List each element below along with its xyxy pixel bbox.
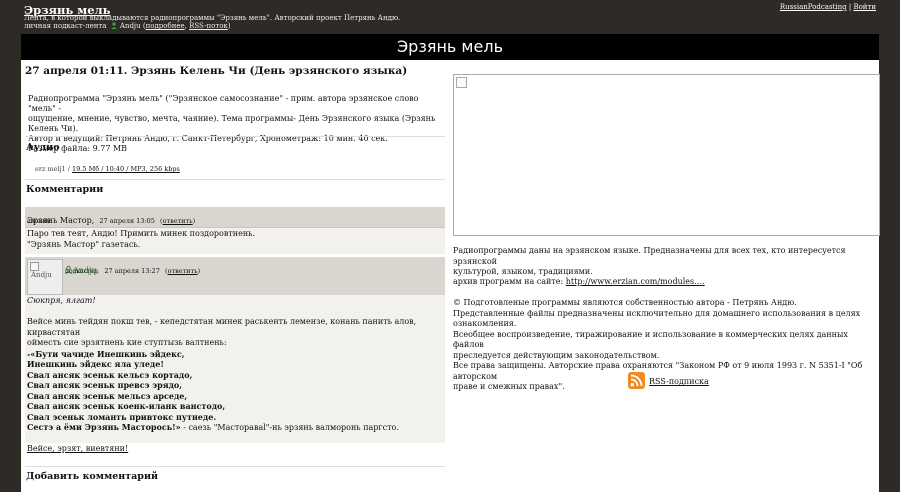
login-link[interactable]: Войти bbox=[853, 3, 876, 11]
rss-feed-link[interactable]: RSS-поток bbox=[189, 22, 228, 30]
comment-header: Эрзянь Мастор, 27 апреля 13:05 (ответить… bbox=[25, 207, 445, 228]
divider bbox=[25, 136, 445, 137]
reply-paren: ) bbox=[192, 217, 196, 225]
quote-line: Свал ансяк эсеньк мельсэ арседе, bbox=[27, 390, 188, 401]
site-author: Andju bbox=[119, 22, 141, 30]
reply-link[interactable]: ответить bbox=[163, 217, 193, 225]
quote-line: -«Бути чачиде Инешкинь эйдекс, bbox=[27, 348, 185, 359]
site-header: Эрзянь мель Лента, в которой выкладывают… bbox=[0, 0, 900, 34]
site-line-prefix: личная подкаст-лента bbox=[24, 22, 107, 30]
comment-date: 27 апреля 13:05 bbox=[99, 217, 155, 225]
archive-line: архив программ на сайте: http://www.erzi… bbox=[453, 277, 877, 288]
quote-line: Свал эсеньк ломанть привтокс путнеде. bbox=[27, 411, 217, 422]
comment-text: Паро тев теят, Андю! Примить минек поздо… bbox=[27, 229, 256, 238]
site-description: Лента, в которой выкладываются радиопрог… bbox=[24, 14, 401, 22]
banner-title: Эрзянь мель bbox=[396, 37, 503, 56]
site-meta-line: личная подкаст-лента Andju (подробнее, R… bbox=[24, 22, 231, 30]
top-right-links: RussianPodcasting | Войти bbox=[780, 3, 876, 11]
avatar-alt-text: Andju bbox=[31, 271, 52, 279]
archive-link[interactable]: http://www.erzian.com/modules…. bbox=[566, 277, 705, 286]
legal-line: © Подготовленые программы являются собст… bbox=[453, 298, 797, 307]
about-line: культурой, языком, традициями. bbox=[453, 267, 593, 276]
top-right-separator: | bbox=[848, 3, 852, 11]
quote-line: Сестэ а ёми Эрзянь Масторось!» bbox=[27, 422, 181, 432]
rss-icon[interactable] bbox=[628, 372, 645, 389]
broken-image-icon bbox=[456, 77, 467, 88]
comment-link[interactable]: Вейсе, эрзят, виевтяни! bbox=[27, 444, 128, 453]
audio-file-name: erz melj1 / bbox=[35, 165, 70, 173]
legal-line: преследуется действующим законодательств… bbox=[453, 350, 660, 360]
legal-line: Представленные файлы предназначены исклю… bbox=[453, 308, 861, 329]
episode-description: Радиопрограмма "Эрзянь мель" ("Эрзянское… bbox=[28, 94, 444, 154]
divider bbox=[25, 466, 445, 467]
episode-desc-line: Радиопрограмма "Эрзянь мель" ("Эрзянское… bbox=[28, 94, 419, 113]
quote-line: Инешкинь эйдекс яла уледе! bbox=[27, 359, 164, 369]
rss-subscribe-link[interactable]: RSS-подписка bbox=[649, 377, 709, 386]
legal-line: Всеобщее воспроизведение, тиражирование … bbox=[453, 329, 848, 350]
about-line: Радиопрограммы даны на эрзянском языке. … bbox=[453, 246, 846, 266]
reply-paren: ) bbox=[197, 267, 201, 275]
episode-title: 27 апреля 01:11. Эрзянь Келень Чи (День … bbox=[25, 65, 408, 77]
rss-subscribe[interactable]: RSS-подписка bbox=[628, 372, 709, 389]
comment-greeting: Сюкпря, ялгат! bbox=[27, 296, 96, 305]
broken-image-icon bbox=[30, 262, 39, 271]
details-link[interactable]: подробнее bbox=[146, 22, 185, 30]
comments-heading: Комментарии bbox=[26, 184, 104, 195]
episode-file-size: Размер файла: 9.77 MB bbox=[28, 144, 128, 153]
comment-body: Сюкпря, ялгат! Вейсе минь тейдян покш те… bbox=[25, 295, 445, 453]
russian-podcasting-link[interactable]: RussianPodcasting bbox=[780, 3, 847, 11]
comment-body: Паро тев теят, Андю! Примить минек поздо… bbox=[25, 228, 445, 254]
reply-link[interactable]: ответить bbox=[168, 267, 198, 275]
avatar: Andju bbox=[27, 259, 63, 295]
episode-image bbox=[453, 74, 880, 236]
episode-desc-line: ощущение, мнение, чувство, мечта, чаяние… bbox=[28, 114, 436, 133]
audio-heading: Аудио bbox=[26, 142, 60, 153]
comment-text: Вейсе минь тейдян покш тев, - кепедстята… bbox=[27, 317, 417, 337]
quote-line: Свал ансяк эсеньк кельсэ кортадо, bbox=[27, 369, 193, 380]
content-area: 27 апреля 01:11. Эрзянь Келень Чи (День … bbox=[21, 60, 880, 492]
comment-role: подкастер bbox=[65, 268, 98, 275]
comment-text: ойместь сие эрзятнень кие ступтызь валтн… bbox=[27, 338, 227, 347]
quote-source: - саезь "Мастораваl"-нь эрзянь валморонь… bbox=[180, 423, 399, 432]
quote-line: Свал ансяк эсеньк коенк-иланк вансто­до, bbox=[27, 401, 226, 411]
audio-file-line: erz melj1 / 19.5 Мб / 10:40 / MP3, 256 k… bbox=[35, 165, 180, 173]
user-icon bbox=[110, 22, 117, 29]
comment-role: аноним bbox=[27, 218, 51, 225]
left-column: 27 апреля 01:11. Эрзянь Келень Чи (День … bbox=[21, 60, 447, 492]
add-comment-heading: Добавить комментарий bbox=[26, 471, 159, 482]
quote-final-line: Сестэ а ёми Эрзянь Масторось!» - саезь "… bbox=[27, 422, 443, 434]
comment-date: 27 апреля 13:27 bbox=[104, 267, 160, 275]
banner: Эрзянь мель bbox=[21, 34, 879, 60]
archive-prefix: архив программ на сайте: bbox=[453, 277, 566, 286]
divider bbox=[25, 179, 445, 180]
right-column: Радиопрограммы даны на эрзянском языке. … bbox=[453, 60, 880, 492]
comment-header: Andju Andju, 27 апреля 13:27 (ответить) … bbox=[25, 257, 445, 296]
about-text: Радиопрограммы даны на эрзянском языке. … bbox=[453, 246, 877, 278]
audio-download-link[interactable]: 19.5 Мб / 10:40 / MP3, 256 kbps bbox=[72, 165, 180, 173]
quote-line: Свал ансяк эсеньк превсэ эрядо, bbox=[27, 380, 183, 390]
comment-text: "Эрзянь Мастор" газетась. bbox=[27, 239, 141, 249]
